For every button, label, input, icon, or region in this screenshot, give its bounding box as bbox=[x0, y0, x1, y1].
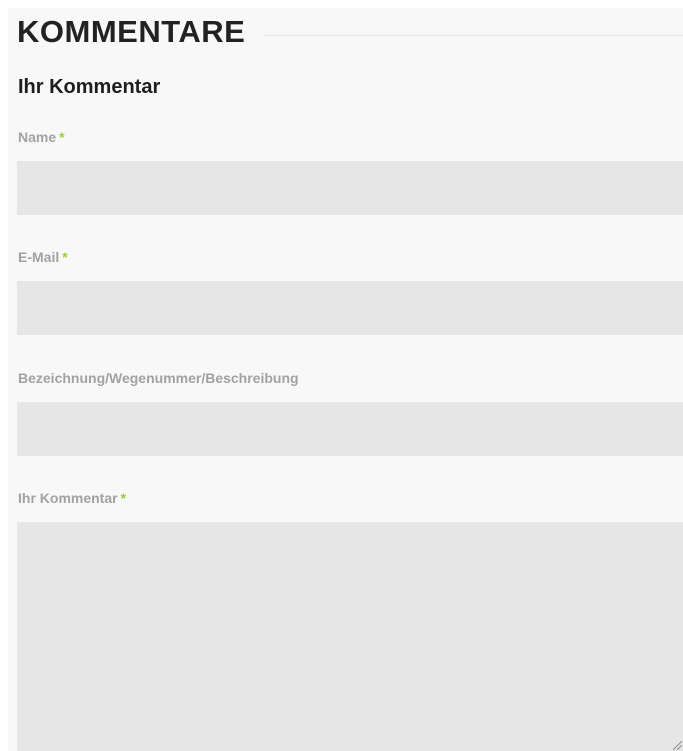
required-marker: * bbox=[120, 490, 127, 506]
form-title: Ihr Kommentar bbox=[18, 76, 161, 98]
comment-label: Ihr Kommentar * bbox=[18, 490, 126, 506]
comment-section: KOMMENTARE Ihr Kommentar Name * E-Mail * B… bbox=[8, 8, 683, 751]
description-input[interactable] bbox=[17, 402, 683, 456]
name-label: Name * bbox=[18, 129, 65, 145]
name-label-text: Name bbox=[18, 129, 57, 145]
resize-handle-icon[interactable] bbox=[671, 738, 683, 751]
comment-textarea[interactable] bbox=[17, 522, 683, 751]
name-input[interactable] bbox=[17, 161, 683, 215]
email-input[interactable] bbox=[17, 281, 683, 335]
email-label-text: E-Mail bbox=[18, 249, 60, 265]
comment-label-text: Ihr Kommentar bbox=[18, 490, 118, 506]
description-label-text: Bezeichnung/Wegenummer/Beschreibung bbox=[18, 370, 299, 386]
header-divider bbox=[263, 34, 683, 36]
email-label: E-Mail * bbox=[18, 249, 68, 265]
required-marker: * bbox=[59, 129, 65, 145]
section-title: KOMMENTARE bbox=[17, 14, 246, 49]
required-marker: * bbox=[62, 249, 68, 265]
section-header: KOMMENTARE bbox=[17, 10, 683, 54]
description-label: Bezeichnung/Wegenummer/Beschreibung bbox=[18, 370, 299, 386]
